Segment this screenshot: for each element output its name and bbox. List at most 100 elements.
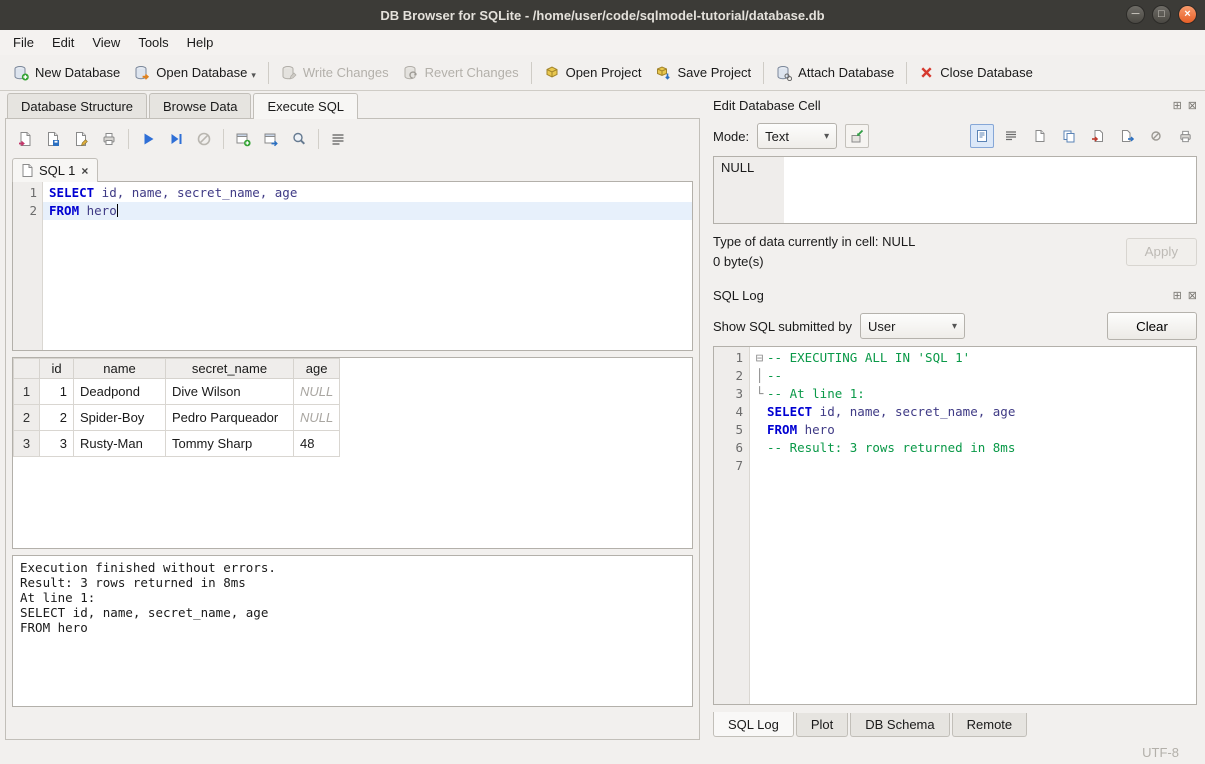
main-area: Database Structure Browse Data Execute S… <box>0 91 1205 740</box>
maximize-button[interactable]: □ <box>1152 5 1171 24</box>
print-button[interactable] <box>96 126 122 152</box>
save-project-button[interactable]: Save Project <box>648 60 758 86</box>
float-panel-icon[interactable]: ⊞ <box>1173 289 1182 302</box>
column-header-name[interactable]: name <box>74 359 166 379</box>
set-null-icon <box>1150 130 1162 142</box>
tab-database-structure[interactable]: Database Structure <box>7 93 147 118</box>
save-sql-file-as-button[interactable] <box>68 126 94 152</box>
import-data-button[interactable] <box>845 124 869 148</box>
word-wrap-button[interactable] <box>325 126 351 152</box>
column-header-age[interactable]: age <box>294 359 340 379</box>
sql-file-tab[interactable]: SQL 1 × <box>12 158 98 182</box>
print-cell-button[interactable] <box>1173 124 1197 148</box>
close-panel-icon[interactable]: ⊠ <box>1188 99 1197 112</box>
open-in-new-tab-button[interactable] <box>258 126 284 152</box>
line-number: 4 <box>714 403 743 421</box>
set-null-button[interactable] <box>1144 124 1168 148</box>
toolbar-separator <box>223 129 224 149</box>
editor-code-area: SELECT id, name, secret_name, age FROM h… <box>43 182 692 350</box>
column-header-secret-name[interactable]: secret_name <box>166 359 294 379</box>
print-icon <box>1178 129 1193 144</box>
float-panel-icon[interactable]: ⊞ <box>1173 99 1182 112</box>
export-cell-button[interactable] <box>1115 124 1139 148</box>
tab-db-schema[interactable]: DB Schema <box>850 713 949 737</box>
cell-id[interactable]: 3 <box>40 431 74 457</box>
cell-secret-name[interactable]: Pedro Parqueador <box>166 405 294 431</box>
log-line: -- Result: 3 rows returned in 8ms <box>750 439 1196 457</box>
cell-secret-name[interactable]: Tommy Sharp <box>166 431 294 457</box>
clear-log-button[interactable]: Clear <box>1107 312 1197 340</box>
cell-name[interactable]: Deadpond <box>74 379 166 405</box>
cell-id[interactable]: 1 <box>40 379 74 405</box>
revert-changes-button: Revert Changes <box>396 60 526 86</box>
find-replace-button[interactable] <box>286 126 312 152</box>
cell-age[interactable]: 48 <box>294 431 340 457</box>
execution-message-box[interactable]: Execution finished without errors. Resul… <box>12 555 693 707</box>
cell-name[interactable]: Rusty-Man <box>74 431 166 457</box>
execute-all-button[interactable] <box>135 126 161 152</box>
row-number[interactable]: 2 <box>14 405 40 431</box>
open-sql-file-button[interactable] <box>12 126 38 152</box>
text-cursor <box>117 204 118 217</box>
cell-age[interactable]: NULL <box>294 379 340 405</box>
close-window-button[interactable]: × <box>1178 5 1197 24</box>
close-database-button[interactable]: Close Database <box>912 60 1040 85</box>
edit-cell-title: Edit Database Cell <box>713 98 1167 113</box>
sql-log-controls: Show SQL submitted by User ▾ Clear <box>713 312 1197 340</box>
column-header-id[interactable]: id <box>40 359 74 379</box>
cell-id[interactable]: 2 <box>40 405 74 431</box>
submitted-by-value: User <box>868 319 895 334</box>
cell-name[interactable]: Spider-Boy <box>74 405 166 431</box>
copy-button[interactable] <box>1057 124 1081 148</box>
close-panel-icon[interactable]: ⊠ <box>1188 289 1197 302</box>
fold-collapse-icon[interactable]: ⊟ <box>752 349 767 367</box>
submitted-by-select[interactable]: User ▾ <box>860 313 965 339</box>
menu-tools[interactable]: Tools <box>129 32 177 53</box>
filter-label: Show SQL submitted by <box>713 319 852 334</box>
tab-remote[interactable]: Remote <box>952 713 1028 737</box>
tab-browse-data[interactable]: Browse Data <box>149 93 251 118</box>
results-grid: id name secret_name age 1 1 Deadpond Div… <box>12 357 693 549</box>
log-line: ⊟-- EXECUTING ALL IN 'SQL 1' <box>750 349 1196 367</box>
save-sql-file-button[interactable] <box>40 126 66 152</box>
main-toolbar: New Database Open Database ▾ Write Chang… <box>0 55 1205 91</box>
main-tabbar: Database Structure Browse Data Execute S… <box>5 91 700 118</box>
open-database-caret-icon[interactable]: ▾ <box>251 70 256 81</box>
tab-execute-sql[interactable]: Execute SQL <box>253 93 358 119</box>
menu-edit[interactable]: Edit <box>43 32 83 53</box>
open-project-button[interactable]: Open Project <box>537 60 649 86</box>
tab-plot[interactable]: Plot <box>796 713 848 737</box>
new-database-button[interactable]: New Database <box>6 60 127 86</box>
sql-log-title: SQL Log <box>713 288 1167 303</box>
menu-help[interactable]: Help <box>178 32 223 53</box>
encoding-indicator[interactable]: UTF-8 <box>1142 745 1179 760</box>
row-number[interactable]: 1 <box>14 379 40 405</box>
word-wrap-button[interactable] <box>999 124 1023 148</box>
new-tab-button[interactable] <box>230 126 256 152</box>
attach-database-button[interactable]: Attach Database <box>769 60 901 86</box>
cell-secret-name[interactable]: Dive Wilson <box>166 379 294 405</box>
row-number[interactable]: 3 <box>14 431 40 457</box>
mode-select[interactable]: Text ▾ <box>757 123 837 149</box>
sql-editor[interactable]: 1 2 SELECT id, name, secret_name, age FR… <box>12 181 693 351</box>
menu-file[interactable]: File <box>4 32 43 53</box>
sql-text: hero <box>797 422 835 437</box>
execute-current-line-button[interactable] <box>163 126 189 152</box>
sql-log-view[interactable]: 1 2 3 4 5 6 7 ⊟-- EXECUTING ALL IN 'SQL … <box>713 346 1197 705</box>
import-cell-button[interactable] <box>1086 124 1110 148</box>
line-number: 2 <box>13 202 37 220</box>
menu-view[interactable]: View <box>83 32 129 53</box>
minimize-button[interactable]: ─ <box>1126 5 1145 24</box>
stop-execution-button <box>191 126 217 152</box>
open-file-button[interactable] <box>1028 124 1052 148</box>
tab-sql-log[interactable]: SQL Log <box>713 712 794 737</box>
message-line: Execution finished without errors. <box>20 560 685 575</box>
open-database-button[interactable]: Open Database ▾ <box>127 60 263 86</box>
cell-editor[interactable]: NULL <box>713 156 1197 224</box>
text-mode-button[interactable] <box>970 124 994 148</box>
sql-file-tabbar: SQL 1 × <box>12 155 693 181</box>
close-tab-icon[interactable]: × <box>81 164 88 178</box>
cell-age[interactable]: NULL <box>294 405 340 431</box>
sql-keyword: FROM <box>49 203 79 218</box>
mode-label: Mode: <box>713 129 749 144</box>
